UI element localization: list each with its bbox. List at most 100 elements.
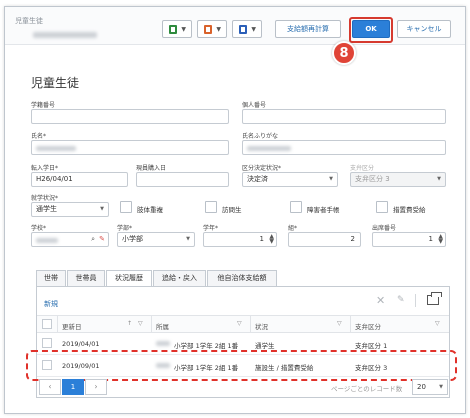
next-page-button[interactable]: › bbox=[85, 379, 107, 395]
dialog-toolbar: 児童生徒 ▼ ▼ ▼ 支給額再計算 OK キャンセル bbox=[5, 7, 465, 45]
transfer-date-input[interactable]: H26/04/01 bbox=[31, 172, 128, 187]
division-label: 学部* bbox=[117, 225, 133, 232]
page-size-value: 20 bbox=[417, 383, 426, 391]
filter-icon[interactable]: ▽ bbox=[435, 320, 440, 327]
search-icon[interactable]: ⌕ bbox=[91, 233, 95, 246]
clear-icon[interactable]: ✎ bbox=[99, 233, 105, 246]
grade-label: 学年* bbox=[203, 225, 219, 232]
name-kana-input[interactable] bbox=[242, 140, 446, 155]
visiting-student-label: 訪問生 bbox=[222, 206, 242, 214]
row-payment-category: 支弁区分 1 bbox=[355, 342, 388, 350]
edit-icon[interactable]: ✎ bbox=[397, 295, 405, 305]
tab-household-members[interactable]: 世帯員 bbox=[67, 270, 105, 287]
column-chooser-icon[interactable] bbox=[427, 292, 442, 305]
attendance-number-value: 1 bbox=[428, 235, 433, 243]
column-header-updated[interactable]: 更新日 bbox=[62, 321, 82, 331]
chevron-down-icon: ▼ bbox=[100, 206, 104, 212]
enrollment-status-value: 通学生 bbox=[36, 205, 57, 213]
excel-export-button[interactable]: ▼ bbox=[162, 20, 192, 38]
cancel-button[interactable]: キャンセル bbox=[397, 20, 451, 38]
prev-page-button[interactable]: ‹ bbox=[39, 379, 61, 395]
student-number-label: 学籍番号 bbox=[31, 102, 56, 109]
chevron-down-icon: ▼ bbox=[216, 26, 221, 33]
toolbar-divider bbox=[415, 294, 416, 307]
redacted-name bbox=[36, 146, 76, 151]
tab-supplement-refund[interactable]: 追給・戻入 bbox=[153, 270, 206, 287]
multiple-disability-checkbox[interactable] bbox=[120, 201, 132, 213]
student-number-input[interactable] bbox=[31, 109, 229, 124]
window-title: 児童生徒 bbox=[15, 17, 43, 25]
payment-category-label: 支弁区分 bbox=[350, 165, 375, 172]
tab-other-municipality[interactable]: 他自治体支給額 bbox=[207, 270, 277, 287]
filter-icon[interactable]: ▽ bbox=[337, 320, 342, 327]
enrollment-status-select[interactable]: 通学生 ▼ bbox=[31, 202, 109, 217]
school-label: 学校* bbox=[31, 225, 47, 232]
sort-asc-icon[interactable]: ↑ bbox=[127, 320, 132, 327]
column-header-affiliation[interactable]: 所属 bbox=[156, 321, 169, 331]
chevron-down-icon: ▼ bbox=[329, 176, 333, 182]
word-export-button[interactable]: ▼ bbox=[232, 20, 262, 38]
chevron-down-icon: ▼ bbox=[437, 176, 441, 182]
tab-household[interactable]: 世帯 bbox=[36, 270, 66, 287]
column-header-payment-category[interactable]: 支弁区分 bbox=[355, 321, 381, 331]
row-affiliation: 小学部 1学年 2組 1番 bbox=[174, 342, 239, 350]
column-divider bbox=[350, 316, 351, 332]
column-divider bbox=[151, 316, 152, 332]
page-size-select[interactable]: 20 ▼ bbox=[412, 379, 448, 395]
division-select[interactable]: 小学部 ▼ bbox=[117, 232, 195, 247]
recalculate-payment-button[interactable]: 支給額再計算 bbox=[275, 20, 341, 38]
current-purchase-date-input[interactable] bbox=[136, 172, 229, 187]
class-label: 組* bbox=[288, 225, 298, 232]
grade-stepper[interactable]: 1 ▲ ▼ bbox=[203, 232, 277, 247]
enrollment-status-label: 就学状況* bbox=[31, 195, 59, 202]
disability-certificate-checkbox[interactable] bbox=[290, 201, 302, 213]
school-input[interactable]: ⌕ ✎ bbox=[31, 232, 109, 247]
division-value: 小学部 bbox=[122, 235, 143, 243]
ok-button[interactable]: OK bbox=[352, 20, 390, 38]
payment-category-value: 支弁区分 3 bbox=[355, 175, 390, 183]
measure-cost-checkbox[interactable] bbox=[376, 201, 388, 213]
decision-status-value: 決定済 bbox=[247, 175, 268, 183]
class-input[interactable]: 2 bbox=[288, 232, 361, 247]
current-purchase-date-label: 現員購入日 bbox=[136, 165, 167, 172]
class-value: 2 bbox=[350, 235, 355, 243]
new-record-link[interactable]: 新規 bbox=[44, 299, 58, 309]
name-kana-label: 氏名ふりがな bbox=[242, 133, 279, 140]
spin-arrows-icon[interactable]: ▲ ▼ bbox=[438, 234, 443, 245]
name-input[interactable] bbox=[31, 140, 229, 155]
delete-icon[interactable]: ✕ bbox=[376, 294, 385, 307]
powerpoint-icon bbox=[204, 25, 212, 34]
decision-status-select[interactable]: 決定済 ▼ bbox=[242, 172, 338, 187]
page-size-label: ページごとのレコード数 bbox=[331, 385, 403, 393]
visiting-student-checkbox[interactable] bbox=[205, 201, 217, 213]
filter-icon[interactable]: ▽ bbox=[237, 320, 242, 327]
column-divider bbox=[57, 316, 58, 332]
grid-header-row: 更新日 ↑ ▽ 所属 ▽ 状況 ▽ 支弁区分 ▽ bbox=[37, 315, 449, 333]
column-divider bbox=[250, 316, 251, 332]
word-icon bbox=[239, 25, 247, 34]
attendance-number-label: 出席番号 bbox=[372, 225, 397, 232]
step-badge: 8 bbox=[332, 41, 356, 65]
page-1-button[interactable]: 1 bbox=[62, 379, 84, 395]
spin-arrows-icon[interactable]: ▲ ▼ bbox=[269, 234, 274, 245]
personal-number-input[interactable] bbox=[242, 109, 446, 124]
tab-status-history[interactable]: 状況履歴 bbox=[106, 270, 152, 287]
chevron-down-icon: ▼ bbox=[439, 384, 443, 390]
redacted-kana bbox=[247, 146, 291, 151]
attendance-number-stepper[interactable]: 1 ▲ ▼ bbox=[372, 232, 446, 247]
filter-icon[interactable]: ▽ bbox=[138, 320, 143, 327]
column-header-status[interactable]: 状況 bbox=[255, 321, 268, 331]
chevron-down-icon: ▼ bbox=[181, 26, 186, 33]
row-checkbox[interactable] bbox=[42, 338, 52, 348]
redacted-subtitle bbox=[33, 32, 97, 38]
transfer-date-label: 転入学日* bbox=[31, 165, 59, 172]
powerpoint-export-button[interactable]: ▼ bbox=[197, 20, 227, 38]
select-all-checkbox[interactable] bbox=[42, 319, 52, 329]
payment-category-select: 支弁区分 3 ▼ bbox=[350, 172, 446, 187]
grade-value: 1 bbox=[259, 235, 264, 243]
personal-number-label: 個人番号 bbox=[242, 102, 267, 109]
page-title: 児童生徒 bbox=[31, 76, 80, 90]
disability-certificate-label: 障害者手帳 bbox=[307, 206, 340, 214]
row-status: 通学生 bbox=[255, 342, 275, 350]
decision-status-label: 区分決定状況* bbox=[242, 165, 282, 172]
